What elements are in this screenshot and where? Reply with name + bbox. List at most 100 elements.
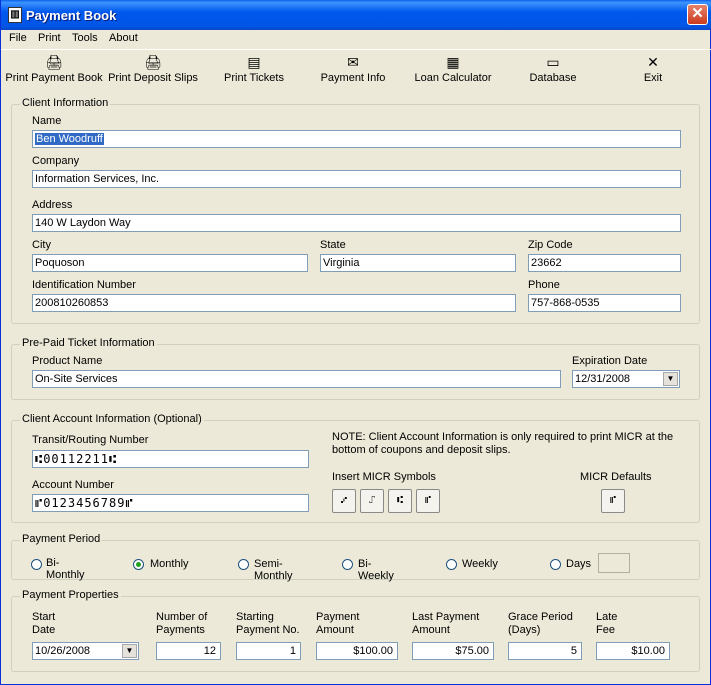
menu-about[interactable]: About [109,32,138,44]
number-of-payments-field[interactable]: 12 [156,642,221,660]
exit-icon: ✕ [647,54,659,70]
client-account-group: Client Account Information (Optional) Tr… [11,413,700,523]
late-fee-field[interactable]: $10.00 [596,642,670,660]
start-date-label-line2: Date [32,624,56,636]
menu-print[interactable]: Print [38,32,61,44]
radio-semi-monthly[interactable] [238,559,249,570]
name-label: Name [32,115,62,127]
phone-field[interactable]: 757-868-0535 [528,294,681,312]
app-icon: ▥ [8,7,22,23]
last-payment-label-line1: Last Payment [412,611,480,623]
print-deposit-slips-button[interactable]: 🖨 Print Deposit Slips [106,54,200,90]
print-payment-book-icon: 🖨 [45,54,63,70]
client-account-title: Client Account Information (Optional) [20,413,204,425]
late-fee-label-line2: Fee [596,624,615,636]
name-field[interactable]: Ben Woodruff [32,130,681,148]
grace-period-field[interactable]: 5 [508,642,582,660]
expiration-date-value: 12/31/2008 [575,373,631,385]
city-label: City [32,239,51,251]
last-payment-field[interactable]: $75.00 [412,642,494,660]
menu-bar: File Print Tools About [1,30,711,48]
payment-amount-label-line1: Payment [316,611,360,623]
identification-field[interactable]: 200810260853 [32,294,516,312]
insert-micr-label: Insert MICR Symbols [332,471,436,483]
state-label: State [320,239,346,251]
routing-label: Transit/Routing Number [32,434,149,446]
menu-tools[interactable]: Tools [72,32,98,44]
payment-amount-field[interactable]: $100.00 [316,642,398,660]
micr-symbol-button-1[interactable]: ⑇ [332,489,356,513]
zip-field[interactable]: 23662 [528,254,681,272]
state-field[interactable]: Virginia [320,254,516,272]
close-button[interactable]: ✕ [687,4,708,25]
payment-amount-label-line2: Amount [316,624,354,636]
print-tickets-button[interactable]: ▤ Print Tickets [219,54,289,90]
address-field[interactable]: 140 W Laydon Way [32,214,681,232]
payment-period-group: Payment Period Bi-Monthly Monthly Semi-M… [11,533,700,582]
chevron-down-icon[interactable]: ▼ [122,644,137,658]
product-name-field[interactable]: On-Site Services [32,370,561,388]
exit-label: Exit [643,72,663,84]
radio-days-label[interactable]: Days [566,558,591,570]
payment-info-label: Payment Info [320,72,386,84]
name-value: Ben Woodruff [35,133,104,145]
zip-label: Zip Code [528,239,573,251]
start-date-picker[interactable]: 10/26/2008 ▼ [32,642,139,660]
title-bar[interactable]: ▥ Payment Book ✕ [1,0,711,30]
radio-bi-monthly[interactable] [31,559,42,570]
print-tickets-icon: ▤ [247,54,261,70]
menu-file[interactable]: File [9,32,27,44]
number-of-payments-label-line1: Number of [156,611,208,623]
radio-weekly[interactable] [446,559,457,570]
grace-period-label-line1: Grace Period [508,611,573,623]
account-number-field[interactable]: ⑈0123456789⑈ [32,494,309,512]
city-field[interactable]: Poquoson [32,254,308,272]
radio-monthly[interactable] [133,559,144,570]
company-label: Company [32,155,80,167]
client-information-group: Client Information Name Ben Woodruff Com… [11,97,700,324]
starting-payment-label-line2: Payment No. [236,624,300,636]
radio-bi-monthly-label[interactable]: Bi-Monthly [46,557,85,581]
days-field [598,553,630,573]
late-fee-label-line1: Late [596,611,618,623]
loan-calculator-button[interactable]: ▦ Loan Calculator [411,54,495,90]
radio-bi-weekly-label[interactable]: Bi-Weekly [358,558,394,582]
start-date-value: 10/26/2008 [35,645,91,657]
calculator-icon: ▦ [446,54,460,70]
window-title: Payment Book [26,8,117,23]
payment-book-window: ▥ Payment Book ✕ File Print Tools About … [0,0,711,685]
expiration-date-picker[interactable]: 12/31/2008 ▼ [572,370,680,388]
exit-button[interactable]: ✕ Exit [633,54,673,90]
address-label: Address [32,199,73,211]
chevron-down-icon[interactable]: ▼ [663,372,678,386]
database-button[interactable]: ▭ Database [524,54,582,90]
payment-info-icon: ✉ [347,54,359,70]
identification-label: Identification Number [32,279,136,291]
last-payment-label-line2: Amount [412,624,450,636]
print-payment-book-label: Print Payment Book [5,72,103,84]
payment-properties-title: Payment Properties [20,589,121,601]
radio-days[interactable] [550,559,561,570]
print-payment-book-button[interactable]: 🖨 Print Payment Book [5,54,103,90]
database-icon: ▭ [546,54,560,70]
payment-properties-group: Payment Properties Start Date 10/26/2008… [11,589,700,672]
radio-bi-weekly[interactable] [342,559,353,570]
radio-semi-monthly-label[interactable]: Semi-Monthly [254,558,293,582]
radio-weekly-label[interactable]: Weekly [462,558,498,570]
phone-label: Phone [528,279,560,291]
account-number-label: Account Number [32,479,114,491]
radio-monthly-label[interactable]: Monthly [150,558,189,570]
prepaid-ticket-title: Pre-Paid Ticket Information [20,337,157,349]
routing-field[interactable]: ⑆00112211⑆ [32,450,309,468]
starting-payment-field[interactable]: 1 [236,642,301,660]
database-label: Database [529,72,577,84]
micr-defaults-label: MICR Defaults [580,471,652,483]
company-field[interactable]: Information Services, Inc. [32,170,681,188]
micr-defaults-button[interactable]: ⑈ [601,489,625,513]
start-date-label-line1: Start [32,611,56,623]
payment-info-button[interactable]: ✉ Payment Info [315,54,391,90]
print-tickets-label: Print Tickets [224,72,284,84]
micr-symbol-button-3[interactable]: ⑆ [388,489,412,513]
micr-symbol-button-2[interactable]: ⑀ [360,489,384,513]
micr-symbol-button-4[interactable]: ⑈ [416,489,440,513]
